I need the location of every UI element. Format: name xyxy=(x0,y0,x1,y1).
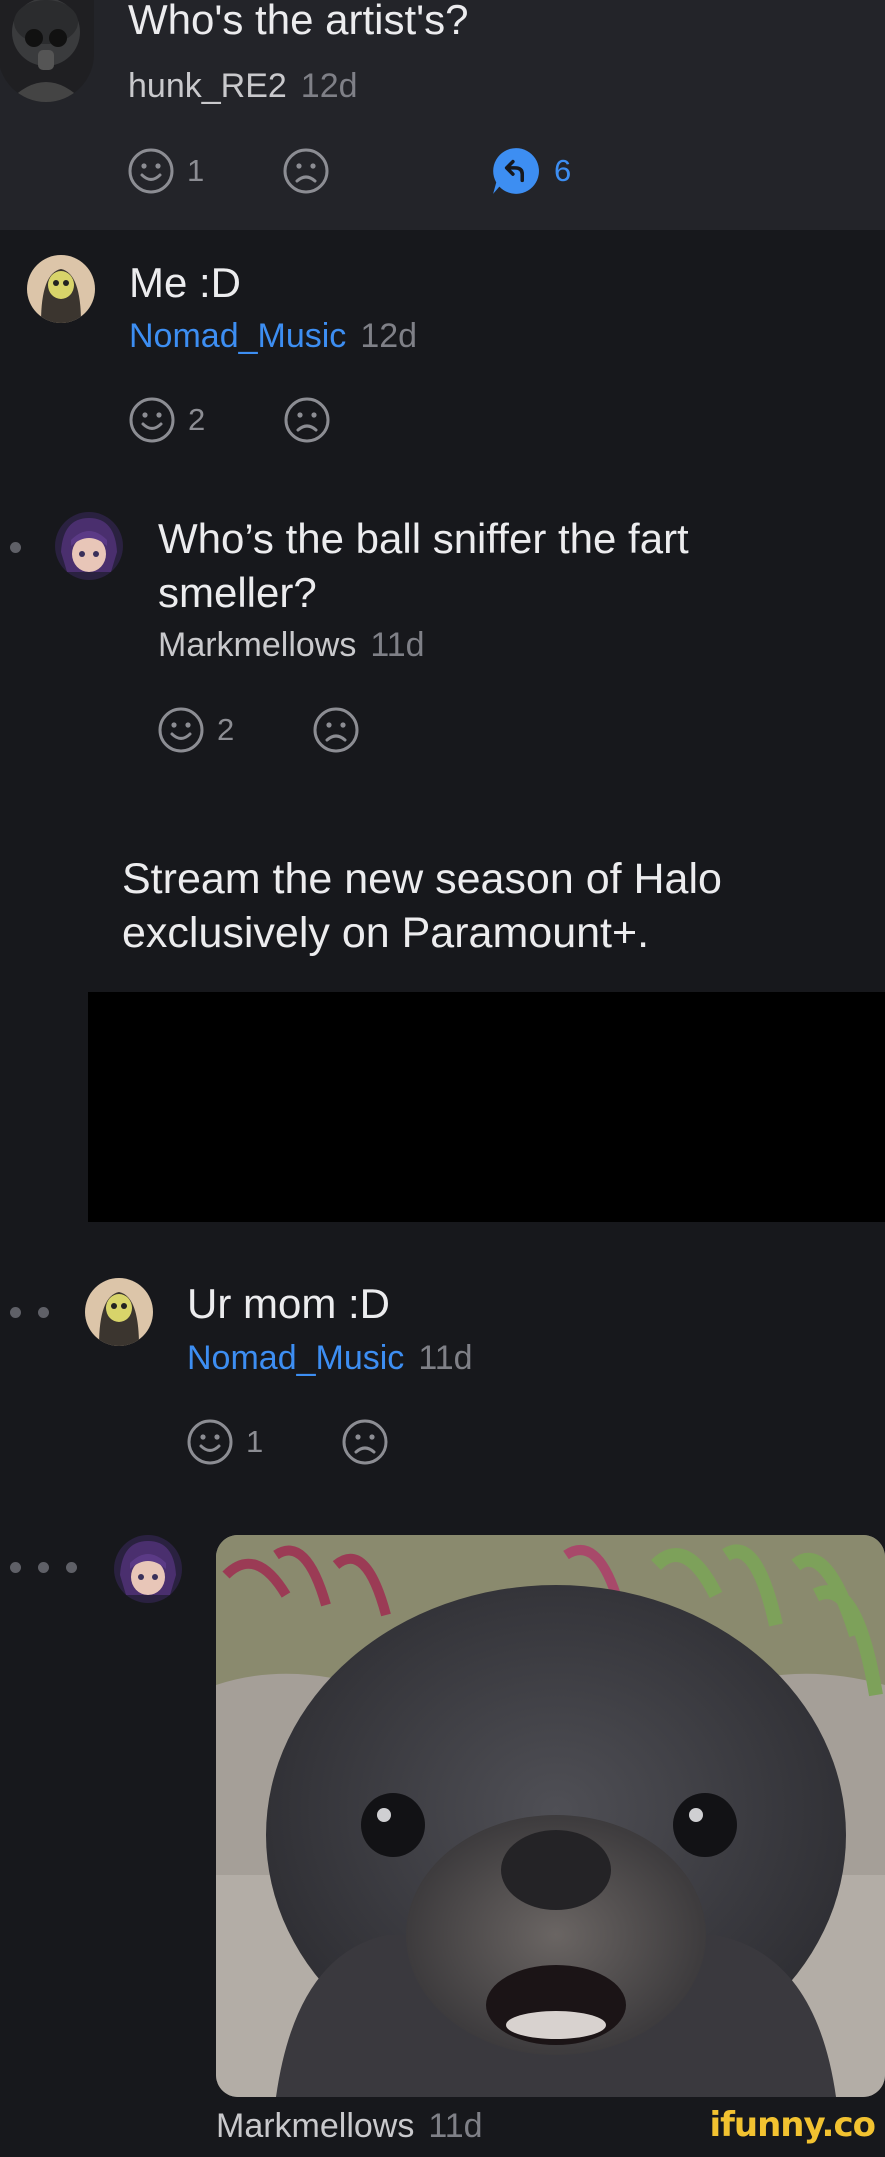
thread-depth-dot xyxy=(38,1307,49,1318)
comment-author[interactable]: Markmellows xyxy=(216,2107,414,2145)
user-avatar[interactable] xyxy=(85,1278,153,1346)
dislike-button[interactable] xyxy=(341,1418,389,1466)
comment-author[interactable]: Markmellows xyxy=(158,626,356,664)
comment-text-line-2: smeller? xyxy=(158,569,317,616)
like-button[interactable]: 1 xyxy=(127,147,204,195)
like-count: 1 xyxy=(187,153,205,188)
smile-icon xyxy=(128,148,174,194)
smile-icon xyxy=(158,707,204,753)
ad-media[interactable] xyxy=(88,992,885,1222)
like-count: 2 xyxy=(188,402,206,437)
dislike-button[interactable] xyxy=(312,706,360,754)
smile-icon xyxy=(129,397,175,443)
user-avatar[interactable] xyxy=(55,512,123,580)
dislike-button[interactable] xyxy=(282,147,330,195)
like-count: 1 xyxy=(246,1424,264,1459)
thread-depth-dot xyxy=(10,542,21,553)
frown-icon xyxy=(284,397,330,443)
comment-text: Ur mom :D xyxy=(187,1280,390,1327)
hooded-figure-avatar-icon xyxy=(27,255,95,323)
dislike-button[interactable] xyxy=(283,396,331,444)
comment-author[interactable]: hunk_RE2 xyxy=(128,67,287,105)
comment-image[interactable] xyxy=(216,1535,885,2097)
user-avatar[interactable] xyxy=(27,255,95,323)
replies-button[interactable]: 6 xyxy=(490,145,571,197)
reply-count: 6 xyxy=(554,153,572,188)
frown-icon xyxy=(342,1419,388,1465)
thread-depth-dot xyxy=(10,1562,21,1573)
thread-depth-dot xyxy=(38,1562,49,1573)
comment-text-line-1: Who’s the ball sniffer the fart xyxy=(158,515,689,562)
frown-icon xyxy=(283,148,329,194)
comment-meta: Nomad_Music 11d xyxy=(187,1338,473,1378)
reply-bubble-icon xyxy=(493,148,539,194)
comment-author[interactable]: Nomad_Music xyxy=(129,317,346,355)
comment-age: 11d xyxy=(418,1339,473,1377)
like-button[interactable]: 1 xyxy=(186,1418,263,1466)
like-count: 2 xyxy=(217,712,235,747)
like-button[interactable]: 2 xyxy=(128,396,205,444)
hooded-figure-avatar-icon xyxy=(85,1278,153,1346)
comment-text: Who's the artist's? xyxy=(128,0,469,43)
user-avatar[interactable] xyxy=(0,0,94,102)
comment-text: Me :D xyxy=(129,259,242,306)
ad-headline-line-1[interactable]: Stream the new season of Halo xyxy=(122,852,722,906)
comment-meta: Markmellows 11d xyxy=(216,2106,483,2146)
anime-girl-avatar-icon xyxy=(55,512,123,580)
ad-headline-line-2[interactable]: exclusively on Paramount+. xyxy=(122,906,649,960)
comment-meta: Markmellows 11d xyxy=(158,625,425,665)
comment-age: 11d xyxy=(370,626,425,664)
anime-girl-avatar-icon xyxy=(114,1535,182,1603)
gas-mask-soldier-avatar-icon xyxy=(0,0,94,102)
comment-age: 12d xyxy=(300,67,358,105)
comment-age: 11d xyxy=(428,2107,483,2145)
smile-icon xyxy=(187,1419,233,1465)
like-button[interactable]: 2 xyxy=(157,706,234,754)
frown-icon xyxy=(313,707,359,753)
thread-depth-dot xyxy=(66,1562,77,1573)
sea-lion-pup-photo-icon xyxy=(216,1535,885,2097)
thread-depth-dot xyxy=(10,1307,21,1318)
comment-age: 12d xyxy=(360,317,418,355)
comment-meta: hunk_RE2 12d xyxy=(128,66,358,106)
comment-meta: Nomad_Music 12d xyxy=(129,316,417,356)
ifunny-watermark: ifunny.co xyxy=(709,2105,876,2145)
comment-author[interactable]: Nomad_Music xyxy=(187,1339,404,1377)
user-avatar[interactable] xyxy=(114,1535,182,1603)
